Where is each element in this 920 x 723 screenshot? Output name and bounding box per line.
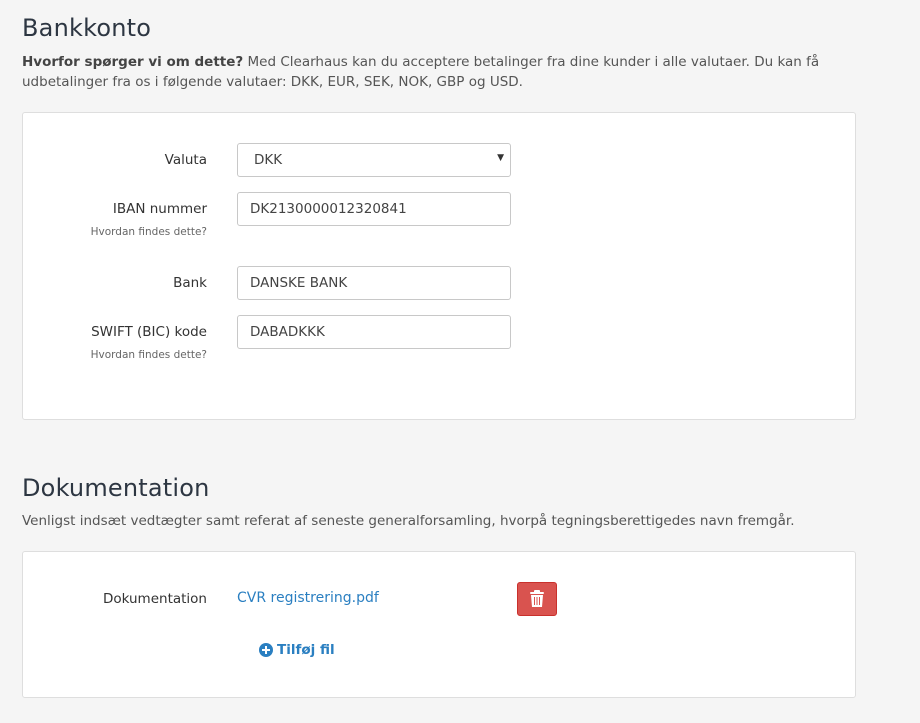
uploaded-file-link[interactable]: CVR registrering.pdf <box>237 590 379 606</box>
documentation-card: Dokumentation CVR registrering.pdf Tilfø… <box>22 551 856 698</box>
bank-section-title: Bankkonto <box>22 14 152 42</box>
bank-description-question: Hvorfor spørger vi om dette? <box>22 54 244 70</box>
bank-section-description: Hvorfor spørger vi om dette? Med Clearha… <box>22 52 872 92</box>
iban-label: IBAN nummer <box>112 201 207 217</box>
add-file-label: Tilføj fil <box>277 642 335 658</box>
swift-input[interactable] <box>237 315 511 349</box>
bank-label: Bank <box>173 275 207 291</box>
plus-circle-icon <box>259 643 273 657</box>
currency-selected-value: DKK <box>254 152 283 168</box>
chevron-down-icon: ▼ <box>497 153 504 163</box>
iban-help-link[interactable]: Hvordan findes dette? <box>91 226 207 238</box>
currency-label: Valuta <box>164 152 207 168</box>
swift-label: SWIFT (BIC) kode <box>91 324 207 340</box>
iban-input[interactable] <box>237 192 511 226</box>
trash-icon <box>530 590 544 607</box>
documentation-label: Dokumentation <box>102 591 207 607</box>
add-file-button[interactable]: Tilføj fil <box>259 642 335 658</box>
docs-section-description: Venligst indsæt vedtægter samt referat a… <box>22 513 795 529</box>
bank-name-input[interactable] <box>237 266 511 300</box>
delete-file-button[interactable] <box>517 582 557 616</box>
docs-section-title: Dokumentation <box>22 474 210 502</box>
currency-select[interactable]: DKK ▼ <box>237 143 511 177</box>
swift-help-link[interactable]: Hvordan findes dette? <box>91 349 207 361</box>
bank-account-card: Valuta DKK ▼ IBAN nummer Hvordan findes … <box>22 112 856 420</box>
